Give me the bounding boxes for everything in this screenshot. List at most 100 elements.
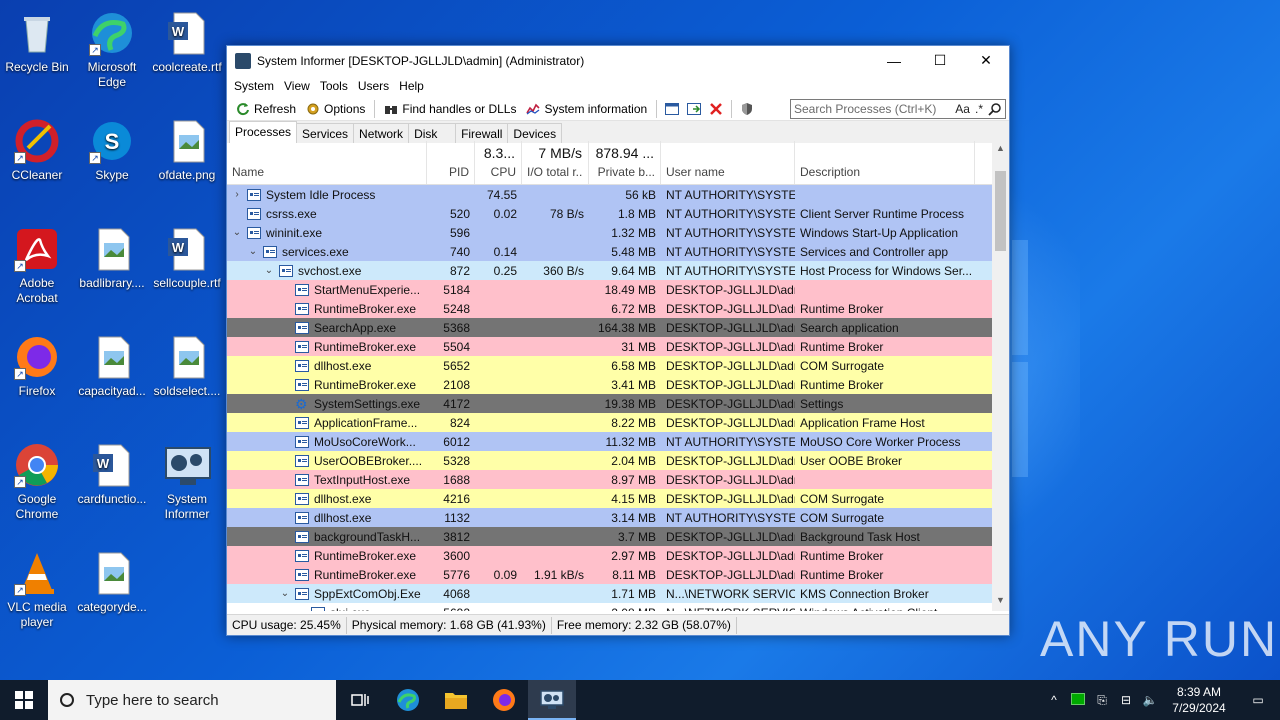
window-go-icon[interactable] <box>683 99 705 119</box>
desktop-icon[interactable]: Wsellcouple.rtf <box>150 226 224 291</box>
device-icon[interactable]: ⎘ <box>1090 693 1114 708</box>
desktop-icon[interactable]: badlibrary.... <box>75 226 149 291</box>
desktop-icon[interactable]: Wcardfunctio... <box>75 442 149 507</box>
process-row[interactable]: RuntimeBroker.exe 3600 2.97 MB DESKTOP-JGLL… <box>227 546 997 565</box>
process-row[interactable]: ⌄ SppExtComObj.Exe 4068 1.71 MB N...\NETWORK… <box>227 584 997 603</box>
start-button[interactable] <box>0 680 48 720</box>
process-row[interactable]: backgroundTaskH... 3812 3.7 MB DESKTOP-JGLL… <box>227 527 997 546</box>
taskbar-search-box[interactable]: Type here to search <box>48 680 336 720</box>
desktop-icon[interactable]: System Informer <box>150 442 224 522</box>
taskbar-firefox[interactable] <box>480 680 528 720</box>
notification-icon[interactable]: ▭ <box>1236 693 1280 707</box>
show-hidden-icons-icon[interactable]: ^ <box>1042 693 1066 707</box>
process-row[interactable]: slui.exe 5692 2.08 MBN...\NETWORK SERVICEW… <box>227 603 997 611</box>
shield-icon[interactable] <box>736 99 758 119</box>
menu-system[interactable]: System <box>229 79 279 93</box>
regex-toggle[interactable]: .* <box>975 102 983 116</box>
menu-view[interactable]: View <box>279 79 315 93</box>
process-row[interactable]: ApplicationFrame... 824 8.22 MB DESKTOP-JGL… <box>227 413 997 432</box>
process-row[interactable]: MoUsoCoreWork... 6012 11.32 MB NT AUTHORITY… <box>227 432 997 451</box>
process-row[interactable]: SearchApp.exe 5368 164.38 MB DESKTOP-JGLLJL… <box>227 318 997 337</box>
tab-processes[interactable]: Processes <box>229 121 298 143</box>
desktop-icon[interactable]: categoryde... <box>75 550 149 615</box>
taskbar-edge[interactable] <box>384 680 432 720</box>
process-row[interactable]: StartMenuExperie... 5184 18.49 MB DESKTOP-J… <box>227 280 997 299</box>
desktop-icon[interactable]: ↗ Adobe Acrobat <box>0 226 74 306</box>
tab-services[interactable]: Services <box>296 123 355 143</box>
process-row[interactable]: › System Idle Process 74.55 56 kB NT AUTHORI… <box>227 185 997 204</box>
expand-toggle-icon[interactable]: ⌄ <box>263 265 275 276</box>
clock[interactable]: 8:39 AM 7/29/2024 <box>1162 684 1236 716</box>
process-row[interactable]: ⌄ services.exe 740 0.14 5.48 MB NT AUTHORITY\… <box>227 242 997 261</box>
desktop-icon[interactable]: ↗ VLC media player <box>0 550 74 630</box>
task-view-button[interactable] <box>336 680 384 720</box>
process-row[interactable]: UserOOBEBroker.... 5328 2.04 MB DESKTOP-JGL… <box>227 451 997 470</box>
vertical-scrollbar[interactable]: ▲ ▼ <box>992 141 1009 611</box>
title-bar[interactable]: System Informer [DESKTOP-JGLLJLD\admin] … <box>227 46 1009 75</box>
system-information-button[interactable]: System information <box>521 99 652 119</box>
volume-icon[interactable]: 🔈 <box>1138 693 1162 707</box>
process-row[interactable]: dllhost.exe 5652 6.58 MB DESKTOP-JGLLJLD\ad… <box>227 356 997 375</box>
search-processes-input[interactable]: Search Processes (Ctrl+K) Aa .* <box>790 98 1006 119</box>
process-row[interactable]: dllhost.exe 1132 3.14 MB NT AUTHORITY\SYSTE… <box>227 508 997 527</box>
options-button[interactable]: Options <box>301 99 370 119</box>
column-header-pid[interactable]: PID <box>427 141 475 184</box>
desktop-icon[interactable]: capacityad... <box>75 334 149 399</box>
process-row[interactable]: RuntimeBroker.exe 2108 3.41 MB DESKTOP-JGLL… <box>227 375 997 394</box>
process-row[interactable]: dllhost.exe 4216 4.15 MB DESKTOP-JGLLJLD\ad… <box>227 489 997 508</box>
column-header-user-name[interactable]: User name <box>661 141 795 184</box>
find-handles-button[interactable]: Find handles or DLLs <box>379 99 521 119</box>
process-name-cell: SearchApp.exe <box>227 321 427 335</box>
process-row[interactable]: ⌄ svchost.exe 872 0.25 360 B/s 9.64 MB NT AUTH… <box>227 261 997 280</box>
column-header-io[interactable]: 7 MB/s I/O total r... <box>522 141 589 184</box>
search-icon[interactable] <box>988 102 1002 116</box>
refresh-button[interactable]: Refresh <box>231 99 301 119</box>
minimize-button[interactable]: — <box>871 46 917 75</box>
tab-disk[interactable]: Disk <box>408 123 457 143</box>
desktop-icon[interactable]: Wcoolcreate.rtf <box>150 10 224 75</box>
desktop-icon[interactable]: ↗ CCleaner <box>0 118 74 183</box>
desktop-icon[interactable]: ↗ Firefox <box>0 334 74 399</box>
match-case-toggle[interactable]: Aa <box>955 102 970 116</box>
tray-app-icon[interactable] <box>1066 692 1090 708</box>
tab-devices[interactable]: Devices <box>507 123 563 143</box>
close-button[interactable]: ✕ <box>963 46 1009 75</box>
expand-toggle-icon[interactable]: ⌄ <box>279 588 291 599</box>
window-icon[interactable] <box>661 99 683 119</box>
expand-toggle-icon[interactable]: ⌄ <box>247 246 259 257</box>
desktop-icon[interactable]: ofdate.png <box>150 118 224 183</box>
scroll-up-icon[interactable]: ▲ <box>992 143 1009 157</box>
maximize-button[interactable]: ☐ <box>917 46 963 75</box>
desktop-icon[interactable]: soldselect.... <box>150 334 224 399</box>
menu-help[interactable]: Help <box>394 79 429 93</box>
expand-toggle-icon[interactable]: › <box>231 189 243 200</box>
scroll-down-icon[interactable]: ▼ <box>992 595 1009 609</box>
menu-users[interactable]: Users <box>353 79 394 93</box>
desktop-icon[interactable]: ↗ Google Chrome <box>0 442 74 522</box>
system-informer-window[interactable]: System Informer [DESKTOP-JGLLJLD\admin] … <box>226 45 1010 636</box>
column-header-cpu[interactable]: 8.3... CPU <box>475 141 522 184</box>
process-row[interactable]: RuntimeBroker.exe 5248 6.72 MB DESKTOP-JGLL… <box>227 299 997 318</box>
desktop-icon[interactable]: Recycle Bin <box>0 10 74 75</box>
network-icon[interactable]: ⊟ <box>1114 693 1138 707</box>
process-tree[interactable]: Name PID 8.3... CPU 7 MB/s I/O total r... … <box>227 141 997 611</box>
tab-network[interactable]: Network <box>353 123 410 143</box>
desktop-icon[interactable]: ↗ Microsoft Edge <box>75 10 149 90</box>
process-row[interactable]: ⌄ wininit.exe 596 1.32 MB NT AUTHORITY\SYSTE… <box>227 223 997 242</box>
column-header-description[interactable]: Description <box>795 141 975 184</box>
column-header-private-bytes[interactable]: 878.94 ... Private b... <box>589 141 661 184</box>
taskbar-file-explorer[interactable] <box>432 680 480 720</box>
process-row[interactable]: RuntimeBroker.exe 5776 0.09 1.91 kB/s 8.11 M… <box>227 565 997 584</box>
process-row[interactable]: RuntimeBroker.exe 5504 31 MB DESKTOP-JGLLJL… <box>227 337 997 356</box>
process-row[interactable]: TextInputHost.exe 1688 8.97 MB DESKTOP-JGLL… <box>227 470 997 489</box>
process-row[interactable]: csrss.exe 520 0.02 78 B/s 1.8 MB NT AUTHORITY… <box>227 204 997 223</box>
scroll-thumb[interactable] <box>995 171 1006 251</box>
desktop-icon[interactable]: S ↗ Skype <box>75 118 149 183</box>
column-header-name[interactable]: Name <box>227 141 427 184</box>
menu-tools[interactable]: Tools <box>315 79 353 93</box>
expand-toggle-icon[interactable]: ⌄ <box>231 227 243 238</box>
process-row[interactable]: ⚙ SystemSettings.exe 4172 19.38 MB DESKTOP-J… <box>227 394 997 413</box>
terminate-icon[interactable] <box>705 99 727 119</box>
tab-firewall[interactable]: Firewall <box>455 123 509 143</box>
taskbar-system-informer[interactable] <box>528 680 576 720</box>
